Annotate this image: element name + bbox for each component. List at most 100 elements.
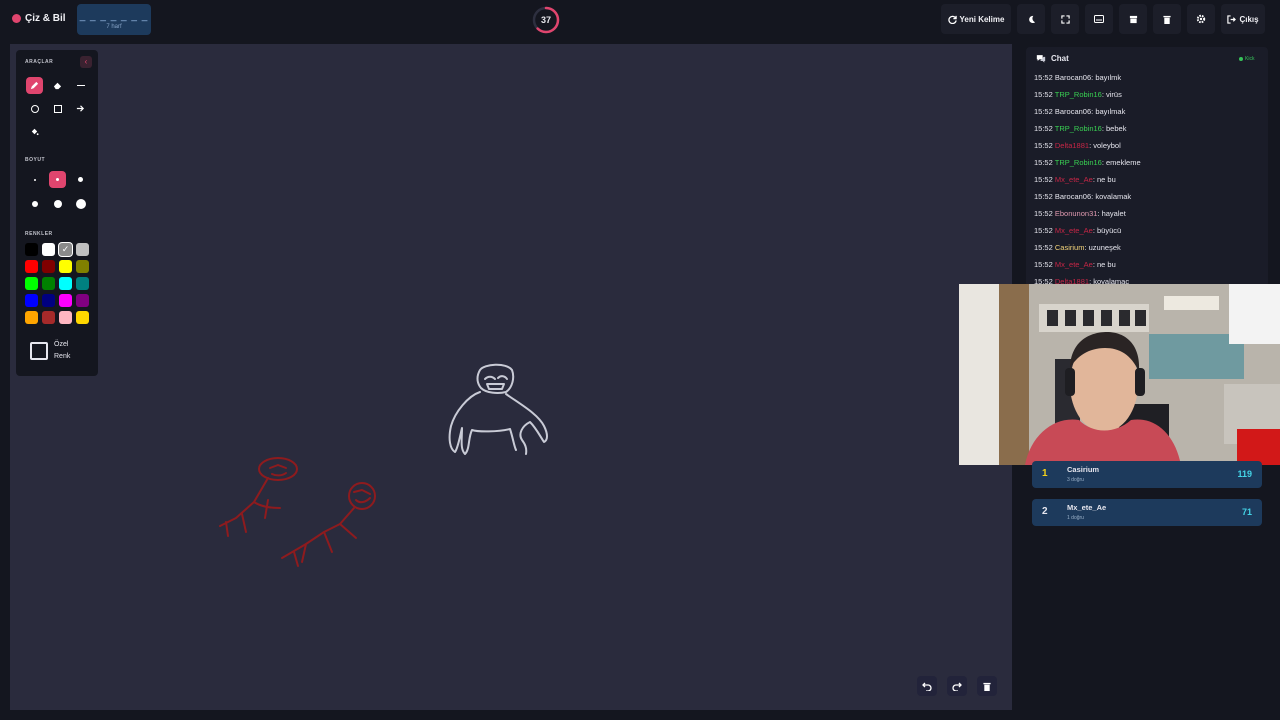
- tool-panel: ARAÇLAR BOYUT RENKLER: [16, 50, 98, 376]
- chat-message: 15:52 Barocan06: bayılmk: [1034, 73, 1121, 82]
- exit-button[interactable]: Çıkış: [1221, 4, 1265, 34]
- chat-username[interactable]: Mx_ete_Ae: [1055, 260, 1093, 269]
- chat-username[interactable]: Mx_ete_Ae: [1055, 226, 1093, 235]
- drawing-canvas[interactable]: [10, 44, 1012, 710]
- color-swatch[interactable]: [25, 260, 38, 273]
- chat-username[interactable]: TRP_Robin16: [1055, 124, 1102, 133]
- color-swatch[interactable]: [59, 311, 72, 324]
- color-swatch[interactable]: [25, 311, 38, 324]
- chat-message: 15:52 Mx_ete_Ae: ne bu: [1034, 260, 1116, 269]
- color-swatch[interactable]: [59, 260, 72, 273]
- color-swatch[interactable]: [42, 243, 55, 256]
- chat-username[interactable]: TRP_Robin16: [1055, 158, 1102, 167]
- chat-message: 15:52 Barocan06: bayılmak: [1034, 107, 1125, 116]
- chat-time: 15:52: [1034, 226, 1053, 235]
- chat-icon: [1036, 55, 1046, 63]
- chat-time: 15:52: [1034, 141, 1053, 150]
- leaderboard-points: 119: [1237, 469, 1252, 479]
- delete-button[interactable]: [1153, 4, 1181, 34]
- app-title: Çiz & Bil: [25, 13, 66, 24]
- clear-canvas-button[interactable]: [977, 676, 997, 696]
- size-dot-icon: [53, 199, 62, 208]
- color-swatch[interactable]: [42, 277, 55, 290]
- chat-time: 15:52: [1034, 209, 1053, 218]
- fullscreen-button[interactable]: [1051, 4, 1079, 34]
- brush-size-2-button[interactable]: [49, 171, 66, 188]
- chat-username[interactable]: Barocan06: [1055, 192, 1091, 201]
- size-dot-icon: [33, 178, 36, 181]
- redo-button[interactable]: [947, 676, 967, 696]
- chat-username[interactable]: Ebonunon31: [1055, 209, 1098, 218]
- chat-text: bayılmk: [1095, 73, 1122, 82]
- paint-bucket-icon: [31, 128, 39, 136]
- color-swatch[interactable]: [59, 294, 72, 307]
- brush-size-1-button[interactable]: [26, 171, 43, 188]
- archive-button[interactable]: [1119, 4, 1147, 34]
- tools-section-title: ARAÇLAR: [25, 59, 54, 65]
- top-bar: Çiz & Bil _ _ _ _ _ _ _ 7 harf 37 Yeni K…: [0, 0, 1280, 40]
- chat-message: 15:52 TRP_Robin16: bebek: [1034, 124, 1126, 133]
- custom-color-button[interactable]: [30, 342, 48, 360]
- chat-username[interactable]: Casirium: [1055, 243, 1085, 252]
- colors-section-title: RENKLER: [25, 231, 53, 237]
- chat-message: 15:52 Delta1881: voleybol: [1034, 141, 1121, 150]
- color-swatch[interactable]: [42, 294, 55, 307]
- color-swatch[interactable]: [25, 277, 38, 290]
- chat-username[interactable]: Delta1881: [1055, 141, 1089, 150]
- color-swatch[interactable]: [25, 294, 38, 307]
- kick-status-badge: Kick: [1239, 56, 1254, 62]
- undo-button[interactable]: [917, 676, 937, 696]
- chat-username[interactable]: Barocan06: [1055, 107, 1091, 116]
- color-swatch[interactable]: [76, 260, 89, 273]
- pencil-tool[interactable]: [26, 77, 43, 94]
- settings-button[interactable]: [1187, 4, 1215, 34]
- chat-time: 15:52: [1034, 107, 1053, 116]
- color-swatch[interactable]: [76, 311, 89, 324]
- keyboard-icon: [1094, 15, 1104, 23]
- exit-label: Çıkış: [1239, 14, 1259, 24]
- chat-text: bebek: [1106, 124, 1127, 133]
- circle-tool[interactable]: [26, 100, 43, 117]
- timer-value: 37: [540, 15, 551, 25]
- eraser-tool[interactable]: [49, 77, 66, 94]
- round-timer: 37: [532, 6, 560, 34]
- color-swatch[interactable]: [42, 260, 55, 273]
- new-word-button[interactable]: Yeni Kelime: [941, 4, 1011, 34]
- arrow-right-icon: [76, 105, 85, 112]
- color-swatch[interactable]: [59, 277, 72, 290]
- moon-icon: [1028, 15, 1035, 23]
- theme-toggle-button[interactable]: [1017, 4, 1045, 34]
- brush-size-6-button[interactable]: [72, 195, 89, 212]
- chat-time: 15:52: [1034, 192, 1053, 201]
- chat-message: 15:52 Barocan06: kovalamak: [1034, 192, 1131, 201]
- rectangle-tool[interactable]: [49, 100, 66, 117]
- brush-size-4-button[interactable]: [26, 195, 43, 212]
- leaderboard-correct-count: 1 doğru: [1067, 515, 1084, 521]
- fill-tool[interactable]: [26, 123, 43, 140]
- chat-username[interactable]: Mx_ete_Ae: [1055, 175, 1093, 184]
- chat-username[interactable]: Barocan06: [1055, 73, 1091, 82]
- line-tool[interactable]: [72, 77, 89, 94]
- color-swatch[interactable]: [76, 243, 89, 256]
- color-swatch[interactable]: ✓: [59, 243, 72, 256]
- collapse-panel-button[interactable]: ‹: [80, 56, 92, 68]
- chat-username[interactable]: TRP_Robin16: [1055, 90, 1102, 99]
- color-swatch[interactable]: [76, 277, 89, 290]
- chat-message: 15:52 Ebonunon31: hayalet: [1034, 209, 1126, 218]
- color-swatch[interactable]: [42, 311, 55, 324]
- word-hint: _ _ _ _ _ _ _: [79, 11, 149, 22]
- redo-icon: [952, 682, 962, 691]
- size-section-title: BOYUT: [25, 157, 45, 163]
- color-swatch[interactable]: [25, 243, 38, 256]
- arrow-tool[interactable]: [72, 100, 89, 117]
- chat-text: büyücü: [1097, 226, 1122, 235]
- square-icon: [53, 104, 62, 113]
- color-swatch[interactable]: [76, 294, 89, 307]
- brush-size-5-button[interactable]: [49, 195, 66, 212]
- refresh-icon: [947, 15, 957, 24]
- chat-time: 15:52: [1034, 124, 1053, 133]
- webcam-image: [959, 284, 1280, 465]
- pencil-icon: [30, 81, 39, 90]
- keyboard-button[interactable]: [1085, 4, 1113, 34]
- brush-size-3-button[interactable]: [72, 171, 89, 188]
